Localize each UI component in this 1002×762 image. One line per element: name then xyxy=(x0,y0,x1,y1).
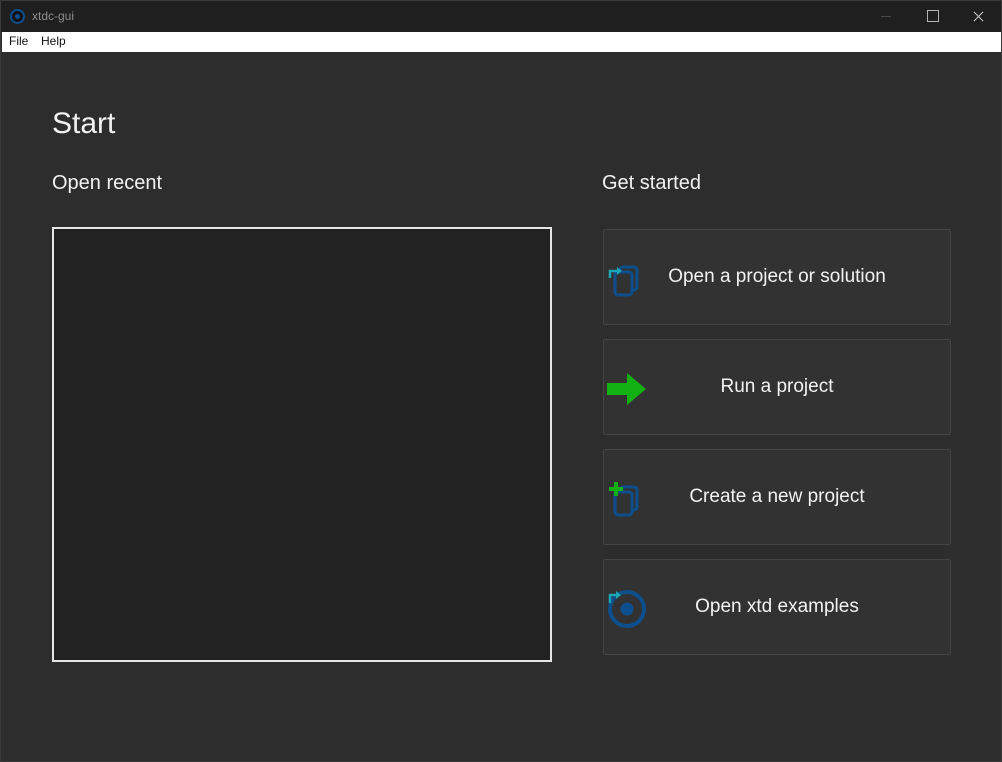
open-project-button[interactable]: Open a project or solution xyxy=(603,229,951,325)
app-window: xtdc-gui File Help Start Open recent Get… xyxy=(0,0,1002,762)
menu-bar: File Help xyxy=(2,32,1001,52)
open-recent-heading: Open recent xyxy=(52,172,163,194)
window-title: xtdc-gui xyxy=(32,9,75,23)
recent-projects-list[interactable] xyxy=(52,227,552,662)
open-project-label: Open a project or solution xyxy=(668,266,886,287)
run-project-button[interactable]: Run a project xyxy=(603,339,951,435)
create-project-label: Create a new project xyxy=(689,486,865,507)
menu-file[interactable]: File xyxy=(9,34,28,48)
xtd-app-icon xyxy=(10,9,25,24)
run-project-label: Run a project xyxy=(720,376,834,397)
menu-help[interactable]: Help xyxy=(41,34,66,48)
xtd-examples-button[interactable]: Open xtd examples xyxy=(603,559,951,655)
page-title: Start xyxy=(52,107,116,140)
maximize-button[interactable] xyxy=(909,1,955,32)
minimize-button[interactable] xyxy=(863,1,909,32)
xtd-examples-label: Open xtd examples xyxy=(695,596,859,617)
create-project-button[interactable]: Create a new project xyxy=(603,449,951,545)
close-button[interactable] xyxy=(955,1,1001,32)
title-bar[interactable]: xtdc-gui xyxy=(1,1,1001,32)
get-started-heading: Get started xyxy=(602,172,701,194)
